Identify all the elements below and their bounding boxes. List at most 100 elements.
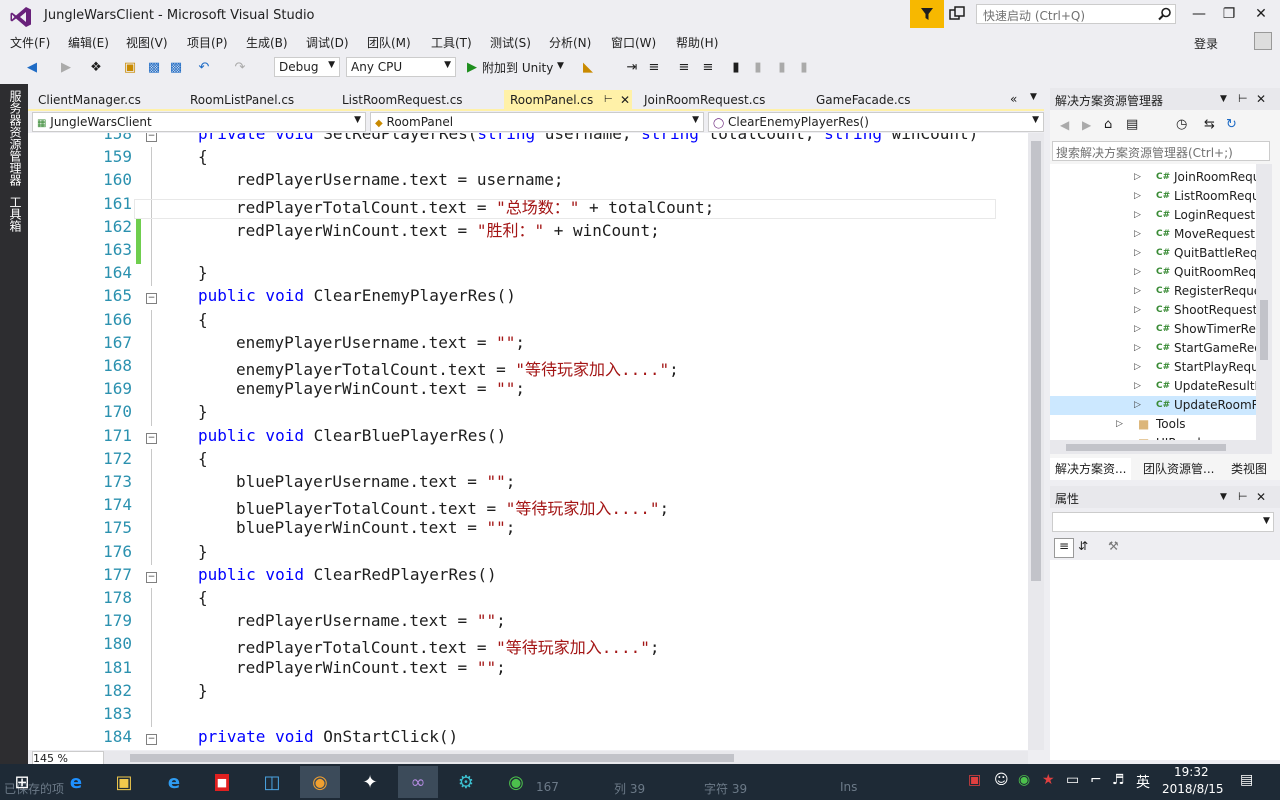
pin-icon[interactable]: ⊢ bbox=[1238, 92, 1248, 105]
code-line[interactable]: enemyPlayerTotalCount.text = "等待玩家加入....… bbox=[236, 356, 679, 380]
feedback-filter-button[interactable] bbox=[910, 0, 944, 28]
code-line[interactable]: bluePlayerTotalCount.text = "等待玩家加入...."… bbox=[236, 495, 669, 519]
expand-arrow-icon[interactable]: ▷ bbox=[1134, 263, 1141, 282]
attach-to-unity-button[interactable]: 附加到 Unity bbox=[482, 59, 553, 76]
menu-tools[interactable]: 工具(T) bbox=[431, 34, 472, 51]
chevron-down-icon[interactable]: ▼ bbox=[557, 61, 564, 71]
code-line[interactable]: public void ClearBluePlayerRes() bbox=[198, 426, 506, 445]
solution-tree-folder[interactable]: ▷ ■ Tools bbox=[1050, 415, 1256, 434]
collapse-toggle[interactable]: − bbox=[146, 571, 157, 583]
code-line[interactable]: bluePlayerUsername.text = ""; bbox=[236, 472, 515, 491]
open-folder-icon[interactable]: ▣ bbox=[122, 60, 138, 76]
menu-test[interactable]: 测试(S) bbox=[490, 34, 531, 51]
project-dropdown[interactable]: ▦ JungleWarsClient ▼ bbox=[32, 112, 366, 132]
code-line[interactable]: { bbox=[198, 310, 208, 329]
pin-icon[interactable]: ⊢ bbox=[1238, 490, 1248, 503]
server-explorer-tab[interactable]: 服务器资源管理器 bbox=[7, 90, 24, 186]
toolbox-tab[interactable]: 工具箱 bbox=[7, 196, 24, 232]
play-icon[interactable]: ▶ bbox=[464, 60, 480, 76]
uncomment-icon[interactable]: ≡ bbox=[700, 60, 716, 76]
start-button[interactable]: ⊞ bbox=[2, 766, 42, 798]
menu-window[interactable]: 窗口(W) bbox=[611, 34, 656, 51]
back-icon[interactable]: ◀ bbox=[24, 60, 40, 76]
code-line[interactable]: } bbox=[198, 402, 208, 421]
back-icon[interactable]: ◀ bbox=[1060, 118, 1069, 132]
code-line[interactable]: redPlayerUsername.text = ""; bbox=[236, 611, 506, 630]
expand-arrow-icon[interactable]: ▷ bbox=[1134, 377, 1141, 396]
solution-tree-item[interactable]: ▷ C#UpdateRoomRequest.cs bbox=[1050, 396, 1256, 415]
solution-tree-item[interactable]: ▷ C#StartGameRequest.cs bbox=[1050, 339, 1256, 358]
solution-tree-item[interactable]: ▷ C#JoinRoomRequest.cs bbox=[1050, 168, 1256, 187]
code-editor[interactable]: 158 private void SetRedPlayerRes(string u… bbox=[28, 133, 1028, 750]
code-line[interactable]: } bbox=[198, 542, 208, 561]
close-button[interactable]: ✕ bbox=[1246, 4, 1276, 24]
expand-arrow-icon[interactable]: ▷ bbox=[1134, 320, 1141, 339]
expand-arrow-icon[interactable]: ▷ bbox=[1134, 244, 1141, 263]
home-icon[interactable]: ⌂ bbox=[1104, 117, 1112, 132]
chevron-down-icon[interactable]: ▼ bbox=[1220, 492, 1227, 502]
undo-icon[interactable]: ↶ bbox=[196, 60, 212, 76]
menu-view[interactable]: 视图(V) bbox=[126, 34, 168, 51]
close-icon[interactable]: ✕ bbox=[1256, 490, 1266, 504]
tab-roompanel[interactable]: RoomPanel.cs ⊢ ✕ bbox=[504, 90, 632, 110]
tab-listroomrequest[interactable]: ListRoomRequest.cs bbox=[334, 90, 471, 110]
green-app-taskbar-button[interactable]: ◉ bbox=[496, 766, 536, 798]
solution-tree-item[interactable]: ▷ C#LoginRequest.cs bbox=[1050, 206, 1256, 225]
explorer-taskbar-button[interactable]: ▣ bbox=[104, 766, 144, 798]
format-icon[interactable]: ≡ bbox=[646, 60, 662, 76]
expand-arrow-icon[interactable]: ▷ bbox=[1134, 339, 1141, 358]
solution-tree-item[interactable]: ▷ C#QuitBattleRequest.cs bbox=[1050, 244, 1256, 263]
solution-tree-item[interactable]: ▷ C#UpdateResultRequest.cs bbox=[1050, 377, 1256, 396]
forward-icon[interactable]: ▶ bbox=[58, 60, 74, 76]
menu-build[interactable]: 生成(B) bbox=[246, 34, 288, 51]
code-line[interactable]: } bbox=[198, 681, 208, 700]
platform-select[interactable]: Any CPU ▼ bbox=[346, 57, 456, 77]
tab-roomlistpanel[interactable]: RoomListPanel.cs bbox=[182, 90, 302, 110]
clear-bookmark-icon[interactable]: ▮ bbox=[796, 60, 812, 76]
pin-icon[interactable]: ⊢ bbox=[604, 90, 613, 110]
code-line[interactable]: bluePlayerWinCount.text = ""; bbox=[236, 518, 515, 537]
menu-team[interactable]: 团队(M) bbox=[367, 34, 411, 51]
horizontal-scroll-thumb[interactable] bbox=[130, 754, 734, 762]
collapse-toggle[interactable]: − bbox=[146, 734, 157, 746]
youdao-taskbar-button[interactable]: ■ bbox=[202, 766, 242, 798]
expand-arrow-icon[interactable]: ▷ bbox=[1134, 301, 1141, 320]
solution-tree-item[interactable]: ▷ C#StartPlayRequest.cs bbox=[1050, 358, 1256, 377]
clock-time[interactable]: 19:32 bbox=[1174, 765, 1209, 779]
solution-tree-item[interactable]: ▷ C#QuitRoomRequest.cs bbox=[1050, 263, 1256, 282]
store-taskbar-button[interactable]: ◫ bbox=[252, 766, 292, 798]
code-line[interactable]: redPlayerWinCount.text = "胜利：" + winCoun… bbox=[236, 217, 660, 241]
code-line[interactable]: { bbox=[198, 147, 208, 166]
solution-tree-item[interactable]: ▷ C#MoveRequest.cs bbox=[1050, 225, 1256, 244]
solution-tree-item[interactable]: ▷ C#RegisterRequest.cs bbox=[1050, 282, 1256, 301]
new-project-icon[interactable]: ❖ bbox=[88, 60, 104, 76]
app-taskbar-button[interactable]: ⚙ bbox=[446, 766, 486, 798]
code-line[interactable]: private void OnStartClick() bbox=[198, 727, 458, 746]
ime-language[interactable]: 英 bbox=[1136, 772, 1150, 792]
menu-help[interactable]: 帮助(H) bbox=[676, 34, 718, 51]
class-dropdown[interactable]: ◆ RoomPanel ▼ bbox=[370, 112, 704, 132]
search-icon[interactable] bbox=[1158, 7, 1172, 21]
bookmark-icon[interactable]: ▮ bbox=[728, 60, 744, 76]
tab-class-view[interactable]: 类视图 bbox=[1226, 458, 1272, 480]
clock-date[interactable]: 2018/8/15 bbox=[1162, 782, 1224, 796]
forward-icon[interactable]: ▶ bbox=[1082, 118, 1091, 132]
collapse-toggle[interactable]: − bbox=[146, 133, 157, 142]
categorized-icon[interactable]: ≡ bbox=[1054, 538, 1074, 558]
editor-vertical-scrollbar[interactable] bbox=[1028, 133, 1044, 750]
volume-icon[interactable]: ♬ bbox=[1112, 772, 1125, 788]
tab-gamefacade[interactable]: GameFacade.cs bbox=[808, 90, 919, 110]
quick-launch-input[interactable]: 快速启动 (Ctrl+Q) bbox=[976, 4, 1176, 24]
qq-icon[interactable]: ☺ bbox=[994, 772, 1009, 788]
comment-icon[interactable]: ≡ bbox=[676, 60, 692, 76]
expand-arrow-icon[interactable]: ▷ bbox=[1134, 358, 1141, 377]
wifi-icon[interactable]: ⌐ bbox=[1090, 772, 1102, 788]
configuration-select[interactable]: Debug ▼ bbox=[274, 57, 340, 77]
tab-clientmanager[interactable]: ClientManager.cs bbox=[30, 90, 149, 110]
tab-joinroomrequest[interactable]: JoinRoomRequest.cs bbox=[636, 90, 773, 110]
expand-arrow-icon[interactable]: ▷ bbox=[1134, 168, 1141, 187]
save-icon[interactable]: ▩ bbox=[146, 60, 162, 76]
code-line[interactable]: private void SetRedPlayerRes(string user… bbox=[198, 133, 978, 143]
expand-arrow-icon[interactable]: ▷ bbox=[1134, 187, 1141, 206]
chrome-taskbar-button[interactable]: ◉ bbox=[300, 766, 340, 798]
